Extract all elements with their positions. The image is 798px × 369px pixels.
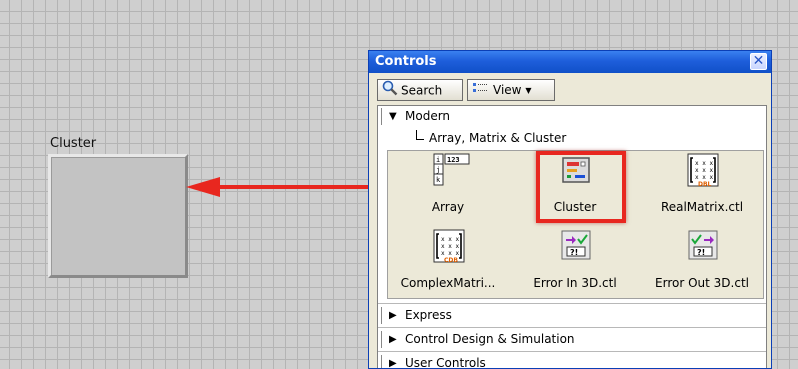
cluster-highlight-annotation [536,151,626,223]
category-grip [381,108,385,125]
palette-items-grid: i j k 123 Array Cluster x x x x x x x x … [387,150,764,299]
error-out-icon: ?! [686,229,720,263]
category-modern[interactable]: ▼ Modern [378,106,766,127]
category-label: Control Design & Simulation [405,332,575,346]
palette-item-error-out[interactable]: ?! Error Out 3D.ctl [642,227,762,299]
item-label: ComplexMatri... [400,276,496,290]
view-label: View [493,83,522,97]
svg-text:123: 123 [447,156,460,164]
subcategory-label: Array, Matrix & Cluster [429,131,567,145]
svg-text:i: i [436,156,440,164]
category-express[interactable]: ▶ Express [378,305,766,326]
svg-text:x x x: x x x [441,236,459,243]
svg-text:x x x: x x x [695,174,713,181]
divider [378,351,766,352]
expanded-triangle-icon: ▼ [389,111,397,122]
category-control-design[interactable]: ▶ Control Design & Simulation [378,329,766,350]
palette-toolbar: Search View ▼ [369,75,771,105]
svg-text:DBL: DBL [698,181,712,188]
item-label: Error Out 3D.ctl [655,276,749,290]
controls-palette: Controls ✕ Search View ▼ ▼ Modern Array,… [368,50,772,369]
collapsed-triangle-icon: ▶ [389,358,397,369]
cluster-label: Cluster [50,136,97,151]
divider [378,327,766,328]
item-label: RealMatrix.ctl [660,200,744,214]
search-button[interactable]: Search [377,79,463,101]
palette-item-realmatrix[interactable]: x x x x x x x x x DBL RealMatrix.ctl [642,151,762,223]
palette-item-complexmatrix[interactable]: x x x x x x x x x CDB ComplexMatri... [388,227,508,299]
category-label: Express [405,308,452,322]
svg-text:x x x: x x x [695,160,713,167]
svg-text:?!: ?! [570,248,578,257]
palette-item-error-in[interactable]: ?! Error In 3D.ctl [515,227,635,299]
search-label: Search [401,83,443,98]
real-matrix-icon: x x x x x x x x x DBL [686,153,720,188]
svg-text:CDB: CDB [444,257,458,264]
close-icon: ✕ [752,53,765,69]
collapsed-triangle-icon: ▶ [389,310,397,321]
category-user-controls[interactable]: ▶ User Controls [378,353,766,369]
cluster-control[interactable] [48,154,188,278]
chevron-down-icon: ▼ [525,86,532,95]
collapsed-triangle-icon: ▶ [389,334,397,345]
svg-text:x x x: x x x [441,250,459,257]
palette-titlebar[interactable]: Controls ✕ [369,51,771,73]
complex-matrix-icon: x x x x x x x x x CDB [432,229,466,264]
category-grip [381,331,385,348]
palette-title: Controls [375,54,437,69]
palette-content: ▼ Modern Array, Matrix & Cluster i j k 1… [377,105,767,369]
palette-item-array[interactable]: i j k 123 Array [388,151,508,223]
svg-text:x x x: x x x [695,167,713,174]
tree-elbow-icon [416,130,424,140]
item-label: Array [431,200,465,214]
category-label: Modern [405,109,451,123]
category-grip [381,307,385,324]
svg-text:?!: ?! [697,248,705,257]
view-button[interactable]: View ▼ [467,79,555,101]
svg-text:x x x: x x x [441,243,459,250]
search-icon [382,80,398,102]
close-button[interactable]: ✕ [750,53,767,70]
category-label: User Controls [405,356,486,369]
subcategory-breadcrumb[interactable]: Array, Matrix & Cluster [416,129,566,148]
category-grip [381,355,385,368]
array-icon: i j k 123 [432,153,470,187]
svg-text:j: j [436,166,440,174]
error-in-icon: ?! [559,229,593,263]
view-icon [472,81,490,101]
divider [378,303,766,304]
item-label: Error In 3D.ctl [533,276,617,290]
